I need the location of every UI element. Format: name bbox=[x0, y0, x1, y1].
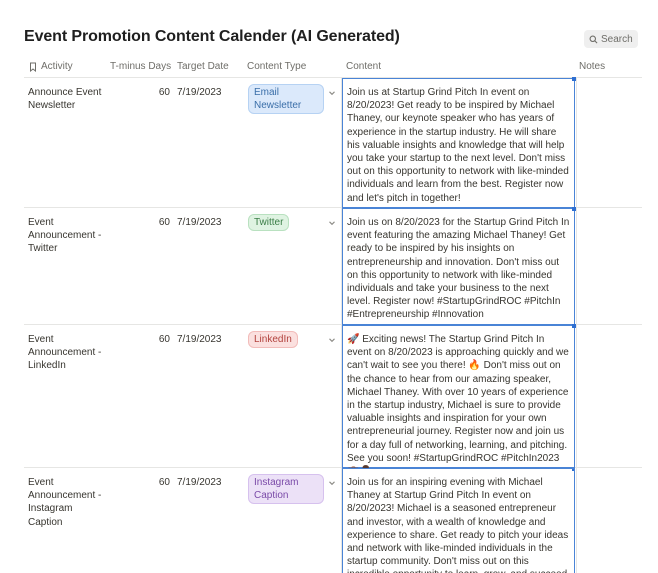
column-header-type[interactable]: Content Type bbox=[247, 61, 306, 72]
content-text: 🚀 Exciting news! The Startup Grind Pitch… bbox=[347, 334, 569, 477]
table-row[interactable]: Event Announcement - Instagram Caption 6… bbox=[24, 468, 642, 573]
column-header-date[interactable]: Target Date bbox=[177, 61, 229, 72]
column-divider bbox=[576, 208, 577, 324]
column-header-content[interactable]: Content bbox=[346, 61, 381, 72]
content-type-dropdown[interactable] bbox=[328, 335, 338, 348]
content-cell[interactable]: 🚀 Exciting news! The Startup Grind Pitch… bbox=[342, 324, 576, 477]
content-type-tag[interactable]: Email Newsletter bbox=[248, 84, 324, 114]
table-header: Activity T-minus Days Target Date Conten… bbox=[24, 56, 642, 78]
column-divider bbox=[576, 325, 577, 467]
activity-cell[interactable]: Event Announcement - Twitter bbox=[28, 216, 104, 256]
table-row[interactable]: Event Announcement - LinkedIn 60 7/19/20… bbox=[24, 324, 642, 477]
date-cell[interactable]: 7/19/2023 bbox=[177, 333, 241, 346]
chevron-down-icon bbox=[329, 338, 335, 343]
date-cell[interactable]: 7/19/2023 bbox=[177, 216, 241, 229]
chevron-down-icon bbox=[329, 481, 335, 486]
date-cell[interactable]: 7/19/2023 bbox=[177, 476, 241, 489]
search-icon bbox=[589, 35, 598, 43]
tminus-cell[interactable]: 60 bbox=[110, 86, 170, 99]
content-type-dropdown[interactable] bbox=[328, 218, 338, 231]
table-row[interactable]: Event Announcement - Twitter 60 7/19/202… bbox=[24, 207, 642, 325]
content-text: Join us for an inspiring evening with Mi… bbox=[347, 477, 570, 573]
activity-cell[interactable]: Event Announcement - LinkedIn bbox=[28, 333, 104, 373]
search-label: Search bbox=[601, 33, 633, 45]
column-header-notes[interactable]: Notes bbox=[579, 61, 605, 72]
chevron-down-icon bbox=[329, 221, 335, 226]
content-text: Join us at Startup Grind Pitch In event … bbox=[347, 87, 569, 204]
activity-cell[interactable]: Announce Event Newsletter bbox=[28, 86, 104, 112]
table-row[interactable]: Announce Event Newsletter 60 7/19/2023 E… bbox=[24, 77, 642, 208]
content-table: Activity T-minus Days Target Date Conten… bbox=[24, 56, 642, 573]
column-header-tminus[interactable]: T-minus Days bbox=[110, 61, 171, 72]
resize-handle[interactable] bbox=[572, 77, 576, 81]
activity-cell[interactable]: Event Announcement - Instagram Caption bbox=[28, 476, 104, 529]
chevron-down-icon bbox=[329, 91, 335, 96]
tminus-cell[interactable]: 60 bbox=[110, 476, 170, 489]
content-type-tag[interactable]: Instagram Caption bbox=[248, 474, 324, 504]
content-type-dropdown[interactable] bbox=[328, 478, 338, 491]
column-header-activity[interactable]: Activity bbox=[28, 61, 73, 72]
resize-handle[interactable] bbox=[572, 469, 574, 471]
content-text: Join us on 8/20/2023 for the Startup Gri… bbox=[347, 217, 570, 321]
column-divider bbox=[576, 78, 577, 207]
content-type-dropdown[interactable] bbox=[328, 88, 338, 101]
content-cell[interactable]: Join us at Startup Grind Pitch In event … bbox=[342, 77, 576, 208]
column-divider bbox=[576, 468, 577, 573]
resize-handle[interactable] bbox=[572, 207, 576, 211]
page-title: Event Promotion Content Calender (AI Gen… bbox=[24, 28, 400, 45]
tminus-cell[interactable]: 60 bbox=[110, 333, 170, 346]
date-cell[interactable]: 7/19/2023 bbox=[177, 86, 241, 99]
content-cell[interactable]: Join us for an inspiring evening with Mi… bbox=[342, 468, 575, 573]
bookmark-icon bbox=[30, 62, 36, 72]
content-type-tag[interactable]: LinkedIn bbox=[248, 331, 298, 348]
content-cell[interactable]: Join us on 8/20/2023 for the Startup Gri… bbox=[342, 207, 576, 325]
resize-handle[interactable] bbox=[572, 324, 576, 328]
content-type-tag[interactable]: Twitter bbox=[248, 214, 290, 231]
tminus-cell[interactable]: 60 bbox=[110, 216, 170, 229]
search-button[interactable]: Search bbox=[584, 30, 638, 48]
